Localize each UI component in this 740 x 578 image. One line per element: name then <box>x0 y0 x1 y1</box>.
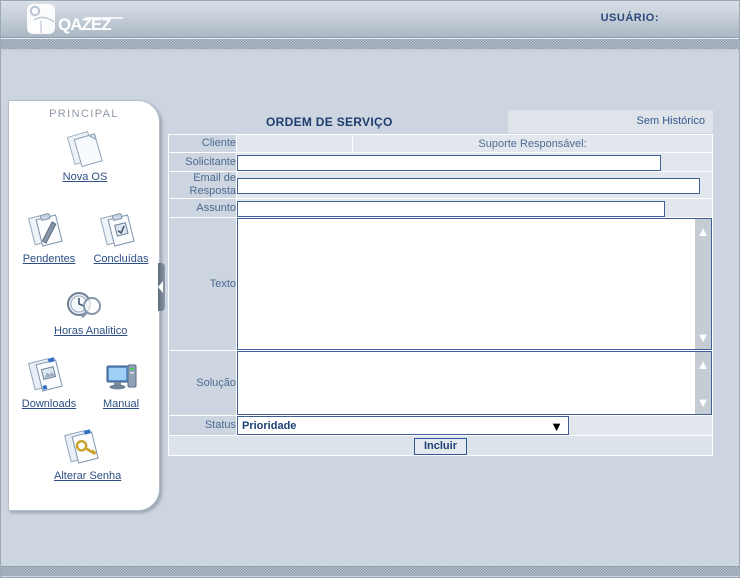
sidebar-title: PRINCIPAL <box>49 108 119 120</box>
sidebar-row-3: Horas Analitico <box>9 281 161 337</box>
sidebar-item-pendentes[interactable]: Pendentes <box>18 209 80 265</box>
document-keys-icon <box>54 426 116 468</box>
sidebar-item-label: Manual <box>102 398 140 410</box>
sidebar-collapse-handle[interactable] <box>158 263 165 311</box>
tab-sem-historico[interactable]: Sem Histórico <box>507 110 713 133</box>
clipboard-check-icon <box>90 209 152 251</box>
service-order-form: Cliente Suporte Responsável: Solicitante… <box>168 134 713 456</box>
sidebar-row-4: Downloads Manual <box>9 354 161 410</box>
email-input[interactable] <box>237 178 700 194</box>
scroll-up-icon[interactable]: ▲ <box>695 356 711 372</box>
sidebar-item-label: Nova OS <box>62 171 108 183</box>
form-title-bar: ORDEM DE SERVIÇO Sem Histórico <box>168 110 713 134</box>
row-status: Status Prioridade ▼ <box>168 415 713 436</box>
status-label: Status <box>168 415 237 436</box>
clock-magnifier-icon <box>54 281 116 323</box>
solucao-textarea-value[interactable] <box>238 352 695 414</box>
cliente-value <box>236 134 353 153</box>
row-email: Email de Resposta <box>168 171 713 199</box>
row-solucao: Solução ▲ ▼ <box>168 350 713 416</box>
sidebar-item-label: Alterar Senha <box>54 470 122 482</box>
sidebar-panel: PRINCIPAL Nova OS Pendentes Concluídas H… <box>8 100 160 511</box>
chevron-down-icon: ▼ <box>550 419 563 434</box>
scroll-down-icon[interactable]: ▼ <box>695 329 711 345</box>
page-header: QAZEZ USUÁRIO: <box>1 1 739 38</box>
row-assunto: Assunto <box>168 198 713 218</box>
sidebar-item-nova-os[interactable]: Nova OS <box>54 127 116 183</box>
solicitante-label: Solicitante <box>168 152 237 172</box>
sidebar-item-downloads[interactable]: Downloads <box>18 354 80 410</box>
sidebar-row-2: Pendentes Concluídas <box>9 209 161 265</box>
incluir-button[interactable]: Incluir <box>413 438 467 455</box>
qazez-logo[interactable]: QAZEZ <box>25 2 135 37</box>
assunto-label: Assunto <box>168 198 237 218</box>
sidebar-item-label: Pendentes <box>22 253 76 265</box>
row-submit: Incluir <box>168 435 713 456</box>
row-cliente: Cliente Suporte Responsável: <box>168 134 713 153</box>
sidebar-item-horas-analitico[interactable]: Horas Analitico <box>54 281 128 337</box>
sidebar-item-label: Concluídas <box>93 253 149 265</box>
document-download-icon <box>18 354 80 396</box>
solicitante-input[interactable] <box>237 155 661 171</box>
email-cell <box>236 171 713 199</box>
texto-textarea[interactable]: ▲ ▼ <box>237 218 712 350</box>
solicitante-cell <box>236 152 713 172</box>
sidebar-item-manual[interactable]: Manual <box>90 354 152 410</box>
solucao-label: Solução <box>168 350 237 416</box>
page-title: ORDEM DE SERVIÇO <box>266 115 393 129</box>
sidebar-item-concluidas[interactable]: Concluídas <box>90 209 152 265</box>
scroll-down-icon[interactable]: ▼ <box>695 394 711 410</box>
row-solicitante: Solicitante <box>168 152 713 172</box>
texto-cell: ▲ ▼ <box>236 217 713 351</box>
row-texto: Texto ▲ ▼ <box>168 217 713 351</box>
sidebar-row-1: Nova OS <box>9 127 161 183</box>
status-cell: Prioridade ▼ <box>236 415 713 436</box>
submit-row: Incluir <box>168 435 713 456</box>
sidebar-item-label: Downloads <box>21 398 77 410</box>
suporte-responsavel-label: Suporte Responsável: <box>352 134 713 153</box>
email-label: Email de Resposta <box>168 171 237 199</box>
sidebar-item-alterar-senha[interactable]: Alterar Senha <box>54 426 122 482</box>
header-shadow <box>1 49 739 52</box>
solucao-textarea[interactable]: ▲ ▼ <box>237 351 712 415</box>
status-select-value: Prioridade <box>242 420 297 432</box>
user-label: USUÁRIO: <box>600 12 659 24</box>
texto-label: Texto <box>168 217 237 351</box>
texto-scrollbar[interactable]: ▲ ▼ <box>695 219 711 349</box>
assunto-input[interactable] <box>237 201 665 217</box>
status-select[interactable]: Prioridade ▼ <box>237 416 569 435</box>
footer-stripe <box>1 566 739 576</box>
texto-textarea-value[interactable] <box>238 219 695 349</box>
assunto-cell <box>236 198 713 218</box>
clipboard-pen-icon <box>18 209 80 251</box>
computer-monitor-icon <box>90 354 152 396</box>
application-window: QAZEZ USUÁRIO: PRINCIPAL Nova OS Pendent… <box>0 0 740 578</box>
sidebar-item-label: Horas Analitico <box>54 325 128 337</box>
sidebar-row-5: Alterar Senha <box>9 426 161 482</box>
scroll-up-icon[interactable]: ▲ <box>695 223 711 239</box>
solucao-scrollbar[interactable]: ▲ ▼ <box>695 352 711 414</box>
cliente-label: Cliente <box>168 134 237 153</box>
person-building-logo-icon: QAZEZ <box>27 4 123 34</box>
documents-icon <box>54 127 116 169</box>
main-content: ORDEM DE SERVIÇO Sem Histórico Cliente S… <box>168 110 713 456</box>
solucao-cell: ▲ ▼ <box>236 350 713 416</box>
